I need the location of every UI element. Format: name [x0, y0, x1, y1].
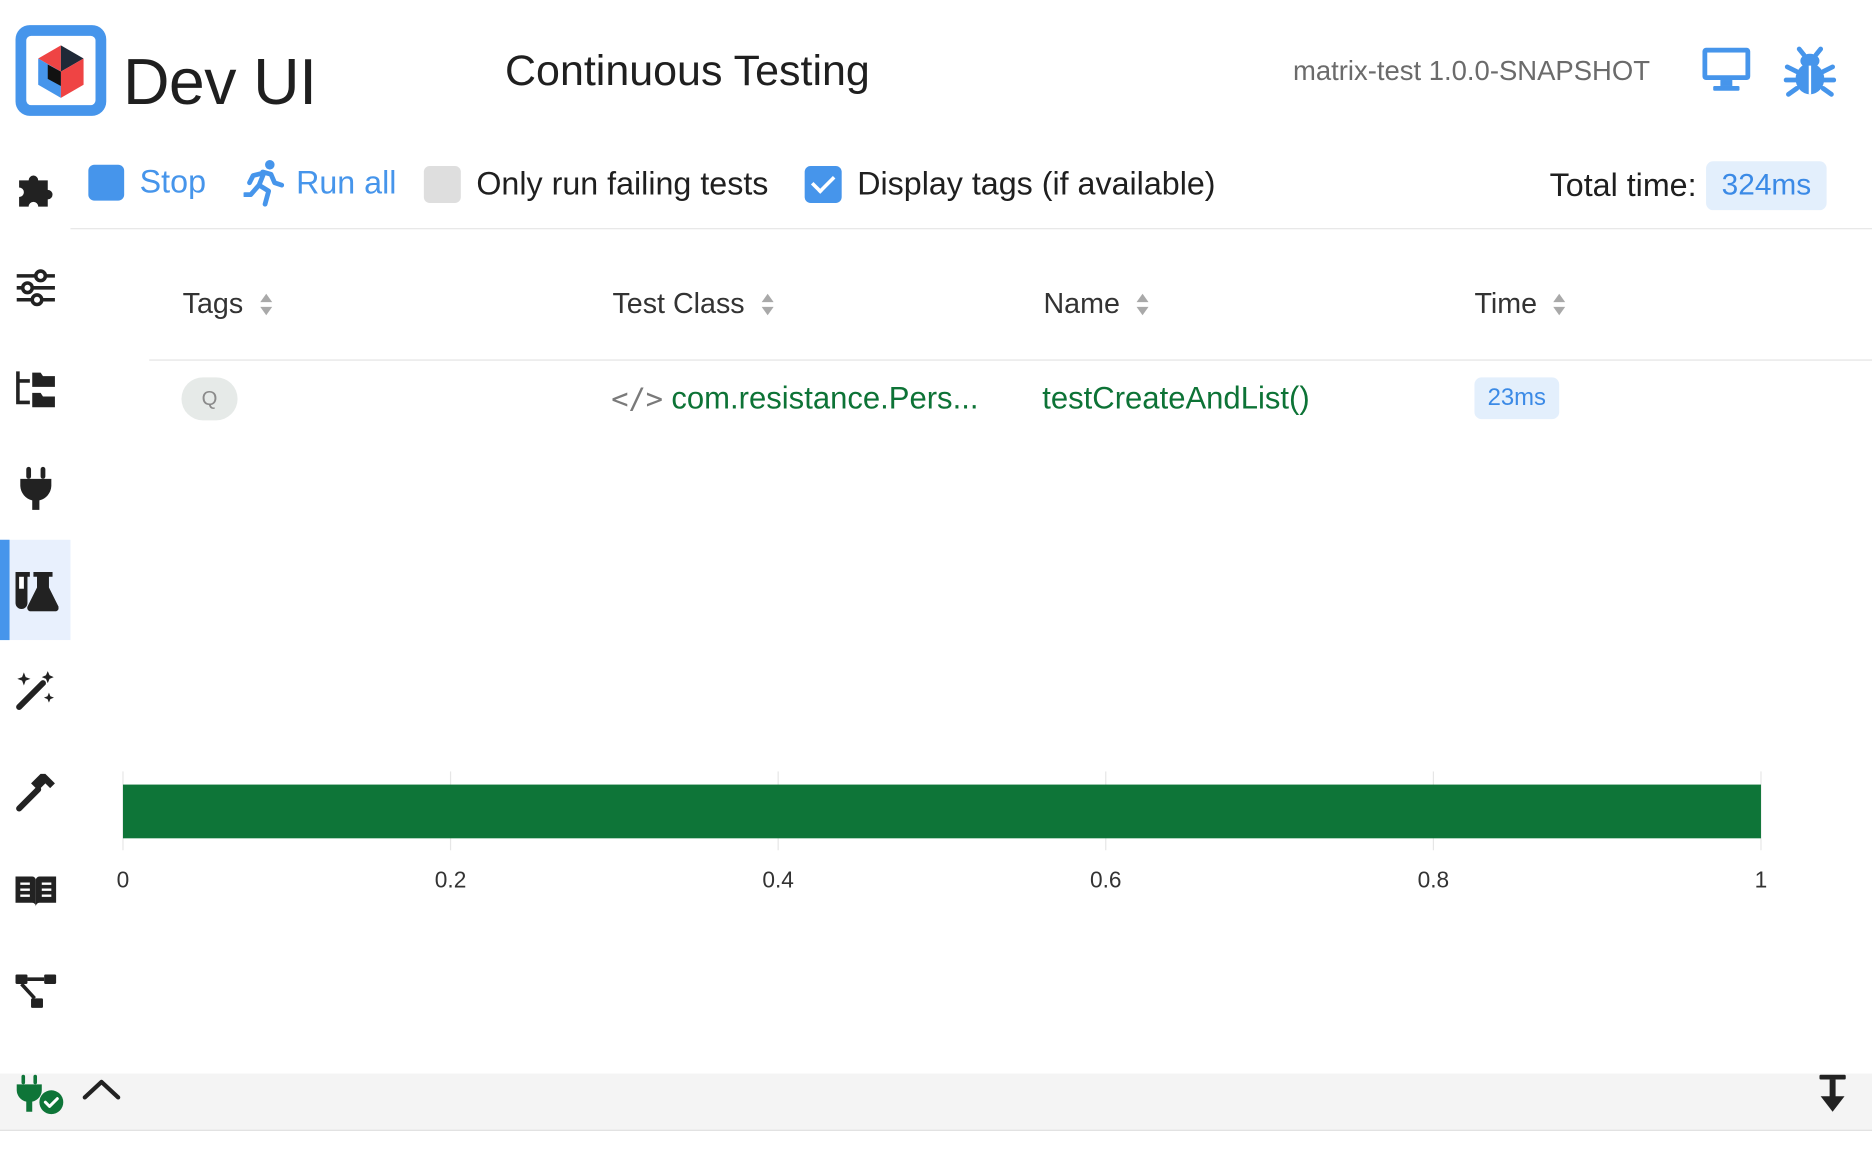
sidebar-item-endpoints[interactable]	[0, 438, 70, 538]
run-all-label: Run all	[296, 164, 397, 201]
only-failing-label: Only run failing tests	[476, 165, 769, 202]
sidebar-item-workspace[interactable]	[0, 338, 70, 438]
sidebar-item-extensions[interactable]	[0, 137, 70, 237]
run-all-button[interactable]: Run all	[243, 159, 397, 207]
chart-tick-label: 0.8	[1418, 866, 1450, 892]
chart-tick-label: 0.4	[762, 866, 794, 892]
test-results-chart: 0 0.2 0.4 0.6 0.8 1	[117, 771, 1768, 892]
column-header-label: Test Class	[612, 287, 745, 321]
only-failing-checkbox[interactable]: Only run failing tests	[423, 165, 769, 204]
sort-icon[interactable]	[1136, 293, 1149, 316]
total-time: Total time: 324ms	[1549, 161, 1827, 211]
footer-bar	[0, 1073, 1872, 1131]
chart-tick-label: 1	[1755, 866, 1768, 892]
chart-bar	[122, 784, 1761, 839]
column-header-time[interactable]: Time	[1474, 287, 1566, 321]
test-name-link[interactable]: testCreateAndList()	[1042, 380, 1309, 417]
running-icon	[243, 160, 285, 207]
app-version: matrix-test 1.0.0-SNAPSHOT	[1292, 54, 1651, 86]
column-header-label: Tags	[182, 287, 244, 321]
display-tags-checkbox[interactable]: Display tags (if available)	[804, 165, 1216, 204]
dev-ui-app: Dev UI Continuous Testing matrix-test 1.…	[0, 0, 1872, 1150]
sidebar-item-dependencies[interactable]	[0, 941, 70, 1041]
diagram-icon	[14, 974, 56, 1008]
puzzle-icon	[18, 175, 52, 207]
tag-chip: Q	[181, 377, 238, 421]
chart-tick-label: 0.6	[1090, 866, 1122, 892]
total-time-badge: 324ms	[1706, 161, 1827, 211]
stop-label: Stop	[139, 163, 207, 200]
sort-icon[interactable]	[259, 293, 272, 316]
test-time-badge: 23ms	[1474, 377, 1560, 420]
column-header-test-class[interactable]: Test Class	[612, 287, 774, 321]
flask-icon	[14, 572, 58, 612]
sort-icon[interactable]	[761, 293, 774, 316]
testing-toolbar: Stop Run all Only run failing tests Disp…	[70, 137, 1872, 230]
column-header-tags[interactable]: Tags	[183, 288, 272, 321]
display-tags-label: Display tags (if available)	[857, 165, 1216, 202]
sort-icon[interactable]	[1553, 293, 1566, 316]
display-tags-check-box[interactable]	[804, 165, 842, 204]
total-time-label: Total time:	[1549, 167, 1697, 204]
stop-icon	[88, 164, 125, 201]
folder-tree-icon	[15, 371, 55, 408]
column-header-label: Name	[1043, 287, 1120, 321]
scroll-to-bottom-icon[interactable]	[1816, 1074, 1849, 1115]
plug-icon	[19, 466, 51, 510]
bug-icon[interactable]	[1783, 45, 1837, 104]
chart-tick-label: 0	[117, 866, 130, 892]
column-header-name[interactable]: Name	[1043, 287, 1149, 321]
magic-wand-icon	[15, 671, 54, 710]
logo-text: Dev UI	[122, 46, 317, 119]
code-icon: </>	[611, 381, 664, 415]
stop-button[interactable]: Stop	[88, 164, 206, 201]
quarkus-logo[interactable]	[15, 25, 107, 116]
chevron-up-icon[interactable]	[81, 1076, 122, 1102]
chart-tick-label: 0.2	[435, 866, 467, 892]
plug-connected-icon[interactable]	[14, 1074, 67, 1117]
table-header-divider	[149, 359, 1872, 361]
monitor-icon[interactable]	[1700, 45, 1753, 99]
sidebar-item-continuous-testing[interactable]	[0, 539, 71, 641]
column-header-label: Time	[1474, 287, 1538, 321]
sidebar-item-configuration[interactable]	[0, 238, 70, 338]
test-class-link[interactable]: </> com.resistance.Pers...	[611, 380, 978, 417]
page-title: Continuous Testing	[505, 45, 870, 95]
test-class-text: com.resistance.Pers...	[671, 379, 979, 416]
sliders-icon	[16, 269, 55, 307]
only-failing-check-box[interactable]	[423, 165, 461, 204]
